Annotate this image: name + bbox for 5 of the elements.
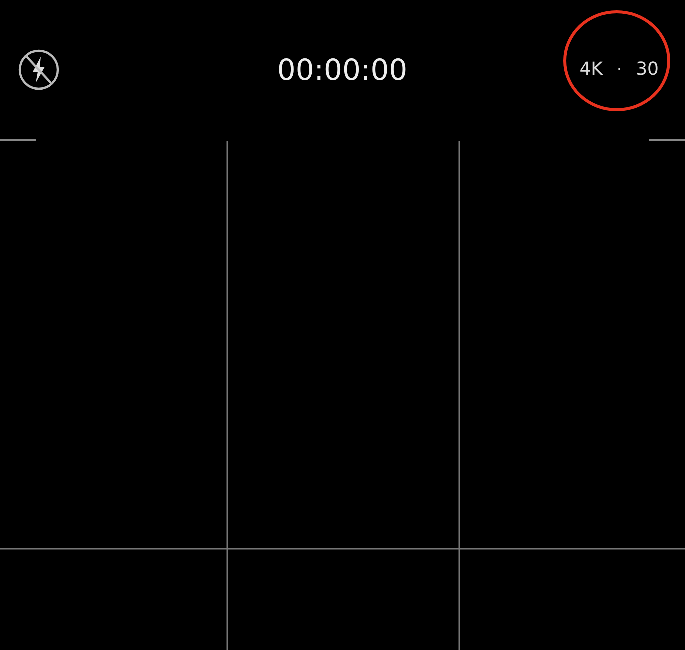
frame-rate-label[interactable]: 30	[636, 59, 659, 80]
resolution-label[interactable]: 4K	[580, 59, 603, 80]
separator-dot: ·	[617, 60, 622, 79]
recording-timer: 00:00:00	[276, 52, 409, 86]
flash-icon[interactable]	[18, 48, 60, 90]
